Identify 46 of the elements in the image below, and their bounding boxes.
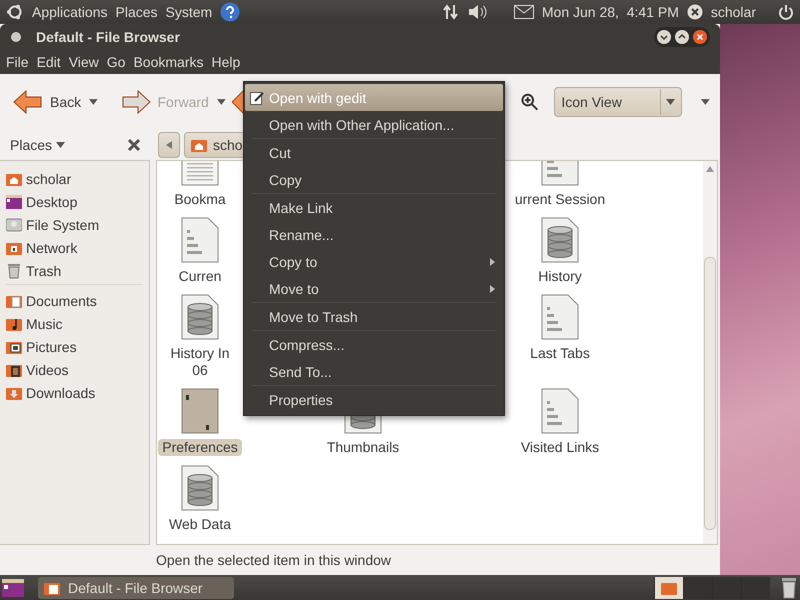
sidebar-item[interactable]: Trash	[26, 262, 62, 278]
file-name[interactable]: History	[534, 268, 586, 285]
sidebar-item[interactable]: Videos	[26, 362, 69, 378]
sidebar-item[interactable]: File System	[26, 216, 100, 232]
sidebar-item[interactable]: Pictures	[26, 338, 77, 354]
sidebar-item[interactable]: Network	[26, 240, 78, 256]
menu-item[interactable]: Properties	[245, 386, 503, 413]
menu-bar-item[interactable]: Bookmarks	[129, 54, 208, 70]
sidebar-item[interactable]: Documents	[26, 292, 97, 308]
sidebar-item[interactable]: Music	[26, 316, 63, 332]
menu-bar-item[interactable]: Edit	[32, 54, 65, 70]
menu-item[interactable]: Compress...	[245, 331, 503, 358]
menu-item[interactable]: Make Link	[245, 194, 503, 221]
menu-item[interactable]: Rename...	[245, 221, 503, 248]
menu-bar-item[interactable]: Help	[208, 54, 244, 70]
clock[interactable]: Mon Jun 28, 4:41 PM	[542, 4, 679, 20]
file-name[interactable]: Preferences	[158, 439, 242, 456]
panel-menu[interactable]: Applications	[32, 4, 108, 20]
task-button[interactable]: Default - File Browser	[38, 576, 234, 598]
back-button[interactable]: Back	[10, 84, 84, 120]
menu-item[interactable]: Copy to	[245, 248, 503, 275]
menu-bar-item[interactable]: View	[64, 54, 103, 70]
file-name[interactable]: urrent Session	[510, 191, 610, 208]
menu-item[interactable]: Move to	[245, 275, 503, 302]
menu-bar-item[interactable]: Go	[102, 54, 130, 70]
file-name[interactable]: History In 06	[166, 345, 234, 379]
panel-menu[interactable]: System	[166, 4, 212, 20]
menu-item[interactable]: Send To...	[245, 358, 503, 385]
file-name[interactable]: Bookma	[170, 191, 230, 208]
file-name[interactable]: Last Tabs	[526, 345, 594, 362]
sidebar-item[interactable]: scholar	[26, 170, 72, 186]
status-text: Open the selected item in this window	[156, 552, 392, 568]
file-name[interactable]: Visited Links	[516, 439, 604, 456]
user-name[interactable]: scholar	[710, 4, 756, 20]
sidebar-item[interactable]: Downloads	[26, 384, 96, 400]
file-name[interactable]: Curren	[174, 268, 226, 285]
file-name[interactable]: Thumbnails	[322, 439, 404, 456]
view-mode-dropdown[interactable]: Icon View	[554, 87, 682, 117]
file-name[interactable]: Web Data	[165, 516, 235, 533]
panel-menu[interactable]: Places	[116, 4, 158, 20]
window-title: Default - File Browser	[36, 29, 180, 45]
sidebar-title[interactable]: Places	[10, 137, 52, 153]
menu-bar-item[interactable]: File	[2, 54, 33, 70]
menu-item[interactable]: Move to Trash	[245, 303, 503, 330]
menu-item[interactable]: Copy	[245, 166, 503, 193]
sidebar-item[interactable]: Desktop	[26, 194, 78, 210]
